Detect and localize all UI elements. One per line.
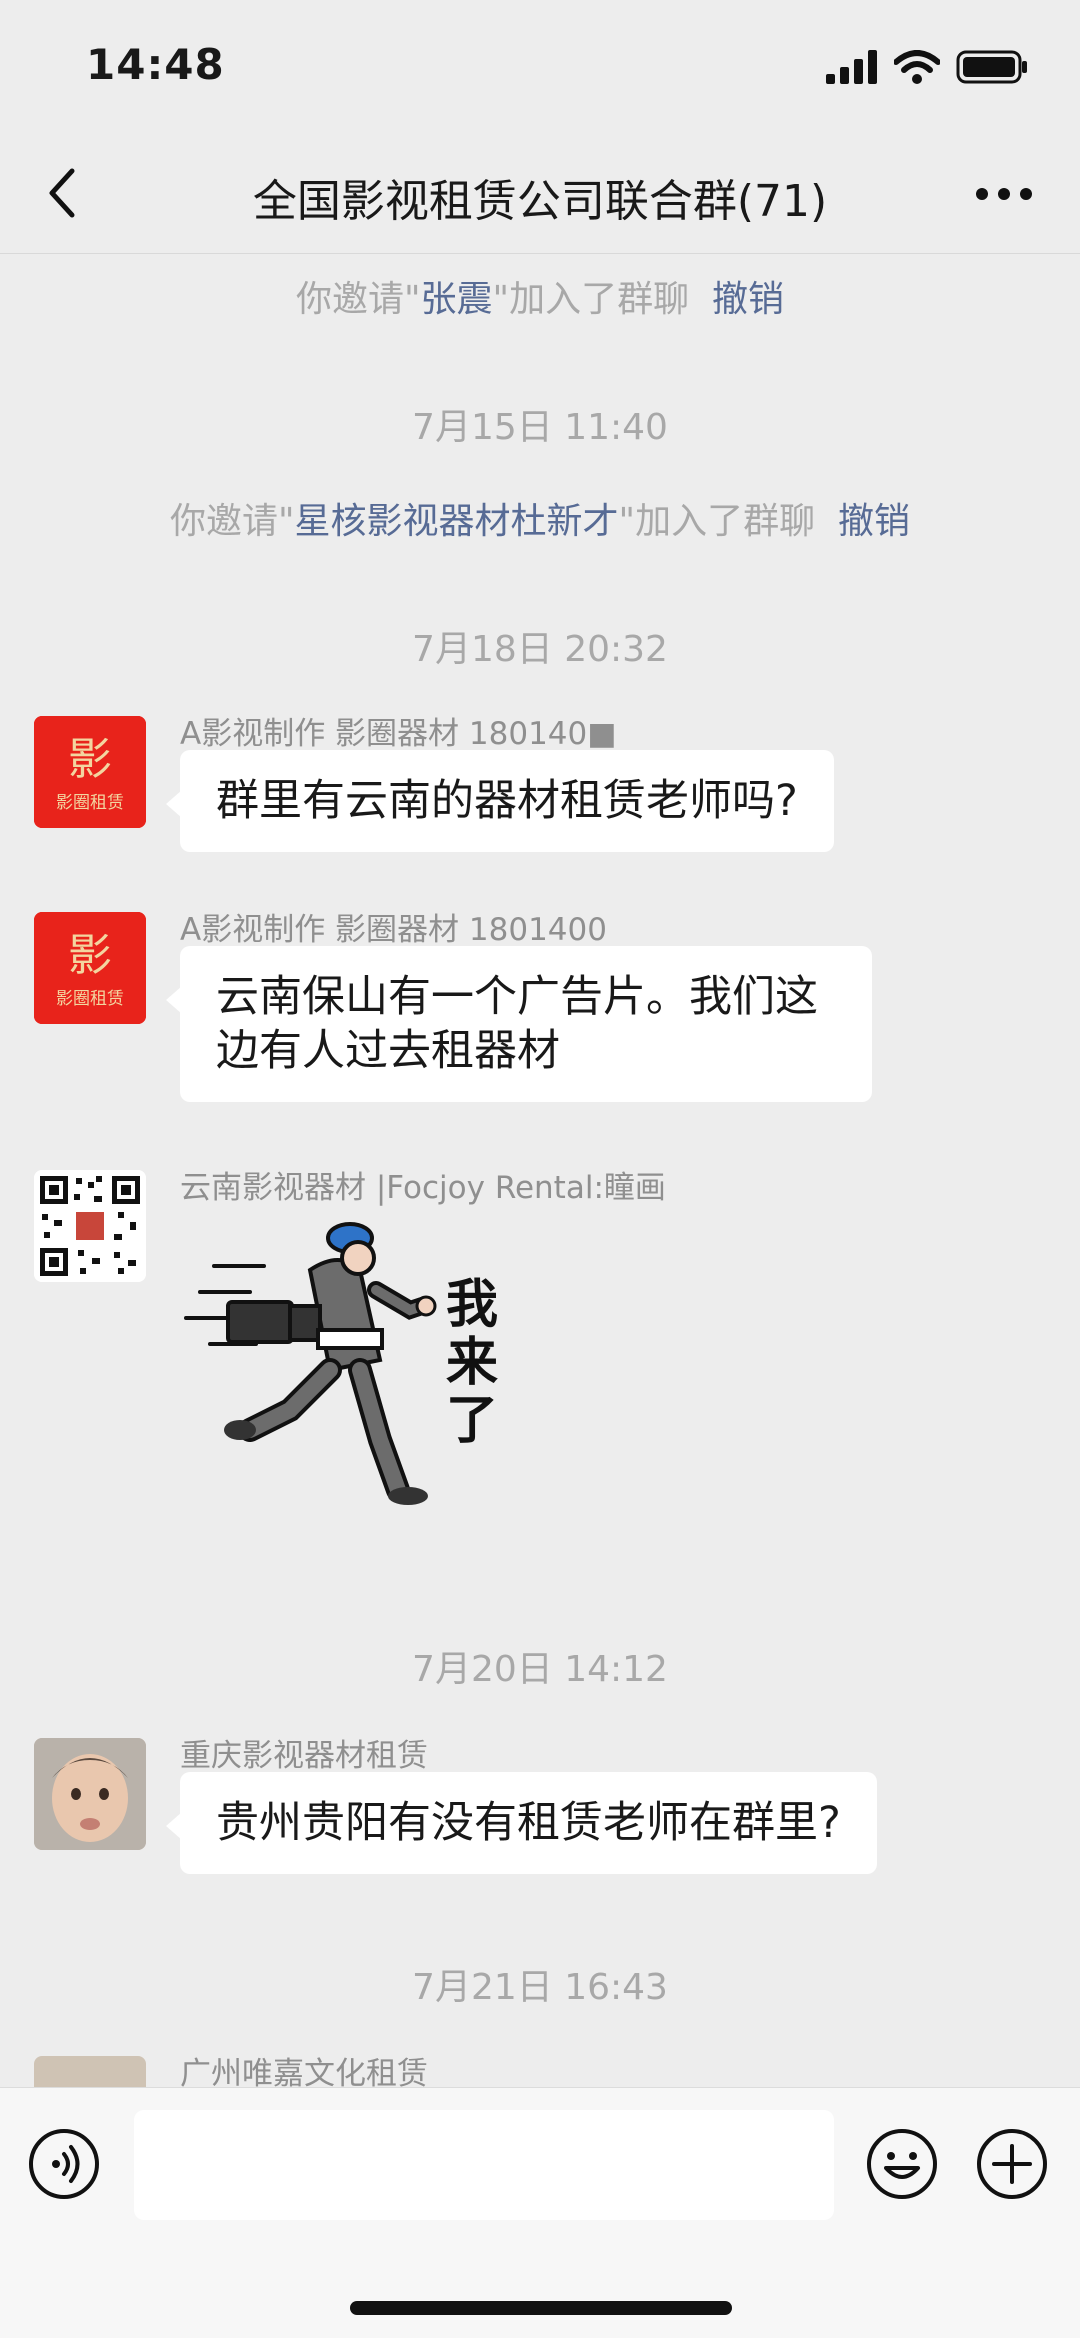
timestamp: 7月18日 20:32: [412, 629, 668, 670]
avatar[interactable]: 影 影圈租赁: [34, 912, 146, 1024]
invitee-name[interactable]: 张震: [421, 279, 493, 320]
system-text: 你邀请": [169, 501, 295, 542]
message-bubble[interactable]: 群里有云南的器材租赁老师吗?: [166, 750, 834, 852]
logo-char: 影: [68, 930, 112, 981]
avatar[interactable]: [34, 1170, 146, 1282]
qr-code-avatar: [34, 1170, 146, 1282]
logo-avatar: 影 影圈租赁: [34, 716, 146, 828]
logo-avatar: 影 影圈租赁: [34, 912, 146, 1024]
sticker-caption: 我来了: [446, 1275, 499, 1451]
sender-name: A影视制作 影圈器材 180140■: [180, 716, 617, 752]
message-text: 群里有云南的器材租赁老师吗?: [216, 776, 798, 826]
logo-text: 影圈租赁: [56, 793, 124, 813]
message-text: 边有人过去租器材: [216, 1026, 560, 1076]
message-text: 云南保山有一个广告片。我们这: [216, 972, 818, 1022]
status-icons: [826, 50, 1028, 84]
running-man-sticker: [184, 1222, 437, 1505]
avatar[interactable]: [34, 1738, 146, 1850]
system-text: "加入了群聊: [492, 279, 690, 320]
status-bar: 14:48: [0, 0, 1080, 135]
sender-name: 重庆影视器材租赁: [180, 1738, 428, 1774]
message-bubble[interactable]: 云南保山有一个广告片。我们这 边有人过去租器材: [166, 946, 872, 1102]
signal-icon: [826, 50, 877, 84]
system-text: "加入了群聊: [618, 501, 816, 542]
sender-name: A影视制作 影圈器材 1801400: [180, 912, 607, 948]
timestamp: 7月20日 14:12: [412, 1649, 668, 1690]
message-input[interactable]: [134, 2110, 834, 2220]
emoji-icon[interactable]: [866, 2128, 938, 2200]
chat-message: 影 影圈租赁 A影视制作 影圈器材 180140■ 群里有云南的器材租赁老师吗?: [34, 716, 1034, 866]
status-time: 14:48: [86, 40, 225, 89]
invitee-name[interactable]: 星核影视器材杜新才: [295, 501, 619, 542]
sticker[interactable]: 我来了: [180, 1210, 600, 1510]
logo-char: 影: [68, 734, 112, 785]
logo-text: 影圈租赁: [56, 989, 124, 1009]
input-bar: [0, 2087, 1080, 2338]
battery-icon: [956, 50, 1027, 84]
system-text: 你邀请": [295, 279, 421, 320]
undo-link[interactable]: 撤销: [838, 501, 910, 542]
avatar[interactable]: 影 影圈租赁: [34, 716, 146, 828]
child-photo-avatar: [34, 1738, 146, 1850]
chat-title: 全国影视租赁公司联合群(71): [252, 176, 828, 227]
chat-message: 云南影视器材 |Focjoy Rental:瞳画 我来了: [34, 1170, 1034, 1530]
home-indicator: [350, 2301, 732, 2315]
timestamp: 7月15日 11:40: [412, 407, 668, 448]
chat-message: 重庆影视器材租赁 贵州贵阳有没有租赁老师在群里?: [34, 1738, 1034, 1888]
message-text: 贵州贵阳有没有租赁老师在群里?: [216, 1798, 841, 1848]
timestamp: 7月21日 16:43: [412, 1967, 668, 2008]
system-message: 你邀请"星核影视器材杜新才"加入了群聊 撤销: [0, 492, 1080, 544]
plus-icon[interactable]: [976, 2128, 1048, 2200]
wifi-icon: [894, 50, 940, 84]
more-dots-icon[interactable]: [974, 179, 1034, 209]
chat-header: 全国影视租赁公司联合群(71): [0, 135, 1080, 254]
voice-icon[interactable]: [28, 2128, 100, 2200]
chat-message: 影 影圈租赁 A影视制作 影圈器材 1801400 云南保山有一个广告片。我们这…: [34, 912, 1034, 1122]
undo-link[interactable]: 撤销: [712, 279, 784, 320]
system-message: 你邀请"张震"加入了群聊 撤销: [0, 270, 1080, 322]
message-bubble[interactable]: 贵州贵阳有没有租赁老师在群里?: [166, 1772, 877, 1874]
sender-name: 云南影视器材 |Focjoy Rental:瞳画: [180, 1170, 666, 1206]
